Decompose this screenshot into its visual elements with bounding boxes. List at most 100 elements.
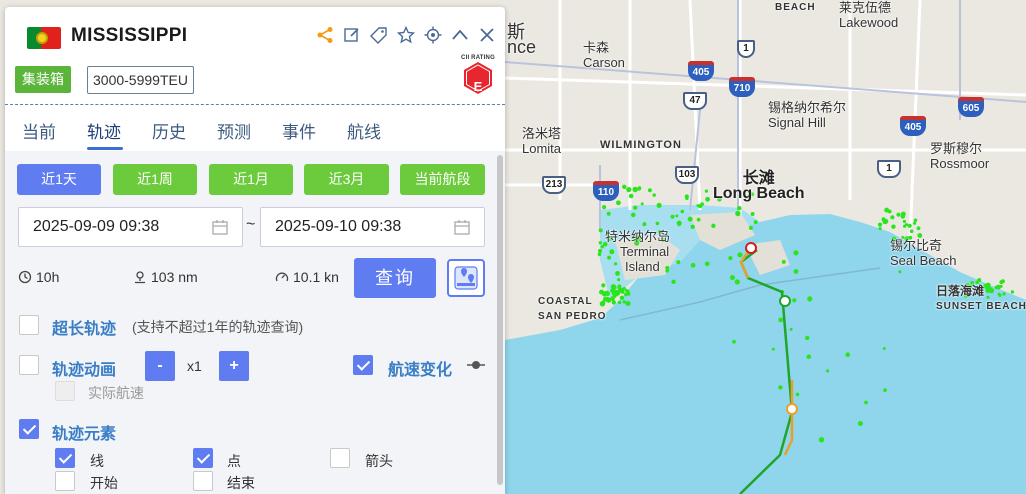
vessel-dot[interactable] <box>704 189 709 193</box>
vessel-dot[interactable] <box>735 210 741 217</box>
vessel-dot[interactable] <box>737 206 742 211</box>
vessel-dot[interactable] <box>704 261 710 267</box>
vessel-dot[interactable] <box>902 219 907 224</box>
vessel-dot[interactable] <box>622 184 627 189</box>
vessel-dot[interactable] <box>898 270 902 274</box>
vessel-dot[interactable] <box>907 223 912 228</box>
share-icon[interactable] <box>315 25 335 45</box>
vessel-dot[interactable] <box>730 275 735 281</box>
vessel-dot[interactable] <box>748 225 753 230</box>
range-current-leg-button[interactable]: 当前航段 <box>400 164 485 195</box>
vessel-dot[interactable] <box>753 220 758 225</box>
vessel-dot[interactable] <box>680 209 685 214</box>
vessel-dot[interactable] <box>916 226 921 231</box>
vessel-dot[interactable] <box>881 217 886 222</box>
vessel-dot[interactable] <box>882 347 886 350</box>
vessel-dot[interactable] <box>891 224 896 229</box>
vessel-dot[interactable] <box>977 278 982 282</box>
scrollbar[interactable] <box>497 155 503 485</box>
vessel-dot[interactable] <box>622 300 626 304</box>
vessel-dot[interactable] <box>611 300 616 305</box>
tab-route[interactable]: 航线 <box>347 105 412 151</box>
vessel-dot[interactable] <box>732 339 736 344</box>
vessel-dot[interactable] <box>778 385 783 390</box>
actual-speed-checkbox[interactable] <box>55 381 75 401</box>
vessel-dot[interactable] <box>857 421 863 426</box>
track-point[interactable] <box>779 295 791 307</box>
close-icon[interactable] <box>477 25 497 45</box>
vessel-dot[interactable] <box>631 212 636 218</box>
vessel-dot[interactable] <box>670 214 675 219</box>
end-time-input[interactable]: 2025-09-10 09:38 <box>260 207 485 247</box>
vessel-dot[interactable] <box>805 335 810 341</box>
vessel-dot[interactable] <box>793 250 799 256</box>
vessel-dot[interactable] <box>793 269 799 274</box>
vessel-dot[interactable] <box>737 252 743 258</box>
vessel-dot[interactable] <box>883 388 887 392</box>
element-arrow-checkbox[interactable] <box>330 448 350 468</box>
collapse-icon[interactable] <box>450 25 470 45</box>
vessel-dot[interactable] <box>690 224 695 229</box>
vessel-dot[interactable] <box>685 196 689 201</box>
track-end-point[interactable] <box>745 242 757 254</box>
tag-icon[interactable] <box>369 25 389 45</box>
element-start-checkbox[interactable] <box>55 471 75 491</box>
range-1week-button[interactable]: 近1周 <box>113 164 197 195</box>
vessel-dot[interactable] <box>687 216 693 222</box>
vessel-dot[interactable] <box>640 202 644 206</box>
long-track-checkbox[interactable] <box>19 315 39 335</box>
vessel-dot[interactable] <box>598 228 603 233</box>
track-animation-checkbox[interactable] <box>19 355 39 375</box>
element-point-checkbox[interactable] <box>193 448 213 468</box>
range-3month-button[interactable]: 近3月 <box>304 164 389 195</box>
vessel-dot[interactable] <box>818 437 825 443</box>
vessel-dot[interactable] <box>705 196 710 202</box>
vessel-dot[interactable] <box>632 186 638 193</box>
vessel-dot[interactable] <box>696 217 701 222</box>
vessel-dot[interactable] <box>878 227 882 231</box>
vessel-dot[interactable] <box>625 301 631 306</box>
vessel-dot[interactable] <box>909 229 914 233</box>
element-line-checkbox[interactable] <box>55 448 75 468</box>
vessel-dot[interactable] <box>690 262 696 268</box>
tab-track[interactable]: 轨迹 <box>87 105 152 151</box>
vessel-dot[interactable] <box>601 283 606 288</box>
vessel-dot[interactable] <box>671 279 676 284</box>
vessel-dot[interactable] <box>597 248 603 254</box>
element-end-checkbox[interactable] <box>193 471 213 491</box>
vessel-dot[interactable] <box>628 193 634 199</box>
tab-events[interactable]: 事件 <box>282 105 347 151</box>
vessel-dot[interactable] <box>864 400 868 405</box>
vessel-dot[interactable] <box>845 352 850 358</box>
track-point[interactable] <box>786 403 798 415</box>
vessel-dot[interactable] <box>677 222 681 227</box>
vessel-dot[interactable] <box>913 218 918 223</box>
vessel-dot[interactable] <box>789 327 793 331</box>
vessel-dot[interactable] <box>792 298 797 303</box>
vessel-dot[interactable] <box>611 292 616 296</box>
vessel-dot[interactable] <box>900 214 905 219</box>
tab-history[interactable]: 历史 <box>152 105 217 151</box>
vessel-dot[interactable] <box>622 286 626 290</box>
vessel-dot[interactable] <box>676 260 681 265</box>
vessel-dot[interactable] <box>806 354 812 360</box>
vessel-dot[interactable] <box>611 285 617 290</box>
vessel-dot[interactable] <box>616 200 621 206</box>
track-elements-checkbox[interactable] <box>19 419 39 439</box>
tab-current[interactable]: 当前 <box>22 105 87 151</box>
vessel-dot[interactable] <box>896 212 901 217</box>
vessel-dot[interactable] <box>626 187 632 193</box>
vessel-dot[interactable] <box>642 222 647 227</box>
start-time-input[interactable]: 2025-09-09 09:38 <box>18 207 243 247</box>
vessel-dot[interactable] <box>884 207 890 213</box>
vessel-dot[interactable] <box>700 202 704 207</box>
vessel-dot[interactable] <box>711 223 716 228</box>
vessel-dot[interactable] <box>781 259 786 264</box>
edit-icon[interactable] <box>342 25 362 45</box>
vessel-dot[interactable] <box>675 214 679 218</box>
speed-change-checkbox[interactable] <box>353 355 373 375</box>
vessel-dot[interactable] <box>647 188 652 193</box>
vessel-dot[interactable] <box>602 205 607 210</box>
animation-slower-button[interactable]: - <box>145 351 175 381</box>
vessel-dot[interactable] <box>619 295 625 300</box>
